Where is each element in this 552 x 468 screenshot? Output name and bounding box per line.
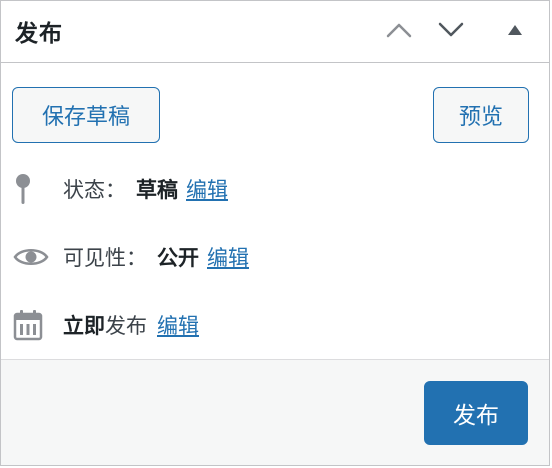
schedule-value: 立即 <box>63 314 105 338</box>
edit-status-link[interactable]: 编辑 <box>186 174 228 204</box>
visibility-label: 可见性： <box>63 246 147 270</box>
preview-button[interactable]: 预览 <box>433 87 529 143</box>
calendar-icon <box>13 309 51 341</box>
visibility-row: 可见性： 公开 编辑 <box>13 237 249 277</box>
panel-header: 发布 <box>1 1 549 63</box>
chevron-down-icon <box>438 22 464 37</box>
schedule-label: 发布 <box>105 314 147 338</box>
triangle-up-icon <box>508 25 522 35</box>
status-value: 草稿 <box>136 178 178 202</box>
status-row: 状态： 草稿 编辑 <box>13 169 228 209</box>
visibility-value: 公开 <box>157 246 199 270</box>
move-down-button[interactable] <box>433 13 469 47</box>
edit-schedule-link[interactable]: 编辑 <box>157 310 199 340</box>
pin-icon <box>13 172 51 206</box>
eye-icon <box>13 246 51 268</box>
chevron-up-icon <box>386 23 412 38</box>
panel-title: 发布 <box>15 21 63 47</box>
edit-visibility-link[interactable]: 编辑 <box>207 242 249 272</box>
status-label: 状态： <box>63 178 126 202</box>
toggle-panel-button[interactable] <box>497 13 533 47</box>
move-up-button[interactable] <box>381 13 417 47</box>
save-draft-button[interactable]: 保存草稿 <box>12 87 160 143</box>
publish-button[interactable]: 发布 <box>424 381 528 445</box>
schedule-row: 立即 发布 编辑 <box>13 305 199 345</box>
